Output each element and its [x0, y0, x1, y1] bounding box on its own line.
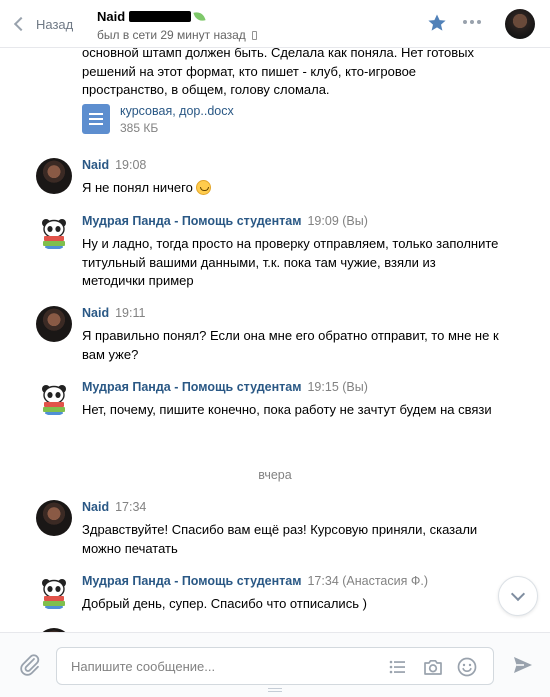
- message-item: Naid 19:08 Я не понял ничего: [36, 158, 526, 203]
- message-text: Ну и ладно, тогда просто на проверку отп…: [82, 236, 499, 288]
- more-icon[interactable]: [463, 20, 481, 24]
- message-text: основной штамп должен быть. Сделала как …: [82, 48, 474, 97]
- peer-avatar[interactable]: [505, 9, 535, 39]
- message-meta: Мудрая Панда - Помощь студентам 19:15 (Вы…: [82, 380, 368, 394]
- peer-info[interactable]: Naid был в сети 29 минут назад: [97, 9, 257, 42]
- date-divider: вчера: [258, 468, 292, 482]
- leaf-icon: [193, 9, 206, 24]
- avatar[interactable]: [36, 574, 72, 610]
- message-body: Я не понял ничего: [82, 179, 502, 198]
- mobile-icon: [251, 30, 257, 40]
- panda-icon: [42, 219, 66, 249]
- redaction-bar: [129, 11, 192, 22]
- message-time: 19:08: [115, 158, 147, 172]
- avatar[interactable]: [36, 158, 72, 194]
- message-meta: Мудрая Панда - Помощь студентам 17:34 (Ан…: [82, 574, 428, 588]
- document-icon: [82, 104, 110, 134]
- message-input-placeholder: Напишите сообщение...: [71, 659, 216, 674]
- message-meta: Мудрая Панда - Помощь студентам 19:09 (Вы…: [82, 214, 368, 228]
- resize-grip[interactable]: [268, 688, 282, 692]
- message-author[interactable]: Мудрая Панда - Помощь студентам: [82, 214, 301, 228]
- message-item: Мудрая Панда - Помощь студентам 17:34 (Ан…: [36, 574, 526, 614]
- star-icon[interactable]: [427, 13, 447, 33]
- back-label: Назад: [36, 16, 74, 32]
- message-text: Здравствуйте! Спасибо вам ещё раз! Курсо…: [82, 522, 478, 556]
- message-history[interactable]: основной штамп должен быть. Сделала как …: [0, 48, 550, 632]
- chevron-left-icon: [13, 16, 29, 32]
- avatar[interactable]: [36, 500, 72, 536]
- avatar[interactable]: [36, 380, 72, 416]
- peer-status-row: был в сети 29 минут назад: [97, 28, 257, 42]
- message-time: 19:15 (Вы): [307, 380, 368, 394]
- message-author[interactable]: Naid: [82, 306, 109, 320]
- message-author[interactable]: Naid: [82, 500, 109, 514]
- back-button[interactable]: Назад: [12, 14, 73, 34]
- message-input[interactable]: Напишите сообщение...: [56, 647, 494, 685]
- peer-status: был в сети 29 минут назад: [97, 28, 246, 42]
- list-icon[interactable]: [387, 656, 409, 678]
- peer-name-row: Naid: [97, 9, 257, 24]
- message-author[interactable]: Naid: [82, 158, 109, 172]
- scroll-down-button[interactable]: [498, 576, 538, 616]
- message-author[interactable]: Мудрая Панда - Помощь студентам: [82, 380, 301, 394]
- message-meta: Naid 19:11: [82, 306, 145, 320]
- send-icon[interactable]: [512, 655, 534, 675]
- message-meta: Naid 17:34: [82, 500, 146, 514]
- message-text: Добрый день, супер. Спасибо что отписали…: [82, 596, 367, 611]
- message-item: Мудрая Панда - Помощь студентам 19:15 (Вы…: [36, 380, 526, 432]
- avatar[interactable]: [36, 306, 72, 342]
- peer-name: Naid: [97, 9, 126, 24]
- camera-icon[interactable]: [422, 656, 444, 678]
- message-item: Naid 17:34 Здравствуйте! Спасибо вам ещё …: [36, 500, 526, 556]
- document-attachment[interactable]: курсовая, дор..docx 385 КБ: [82, 104, 234, 135]
- smile-icon[interactable]: [456, 656, 478, 678]
- message-text: Я не понял ничего: [82, 180, 193, 195]
- message-author[interactable]: Мудрая Панда - Помощь студентам: [82, 574, 301, 588]
- avatar[interactable]: [36, 214, 72, 250]
- chat-header: Назад Naid был в сети 29 минут назад: [0, 0, 550, 48]
- document-size: 385 КБ: [120, 121, 159, 135]
- message-text: Я правильно понял? Если она мне его обра…: [82, 328, 499, 362]
- paperclip-icon[interactable]: [19, 653, 41, 677]
- message-time: 17:34: [115, 500, 147, 514]
- chevron-down-icon: [510, 586, 526, 602]
- message-item: Мудрая Панда - Помощь студентам 19:09 (Вы…: [36, 214, 526, 288]
- message-text: Нет, почему, пишите конечно, пока работу…: [82, 402, 492, 417]
- message-item: Naid 19:11 Я правильно понял? Если она мн…: [36, 306, 526, 362]
- panda-icon: [42, 579, 66, 609]
- message-time: 19:09 (Вы): [307, 214, 368, 228]
- message-time: 19:11: [115, 306, 146, 320]
- message-time: 17:34 (Анастасия Ф.): [307, 574, 428, 588]
- composer: Напишите сообщение...: [0, 632, 550, 697]
- upside-down-face-icon: [195, 180, 211, 195]
- message-meta: Naid 19:08: [82, 158, 146, 172]
- document-name: курсовая, дор..docx: [120, 104, 234, 118]
- panda-icon: [42, 385, 66, 415]
